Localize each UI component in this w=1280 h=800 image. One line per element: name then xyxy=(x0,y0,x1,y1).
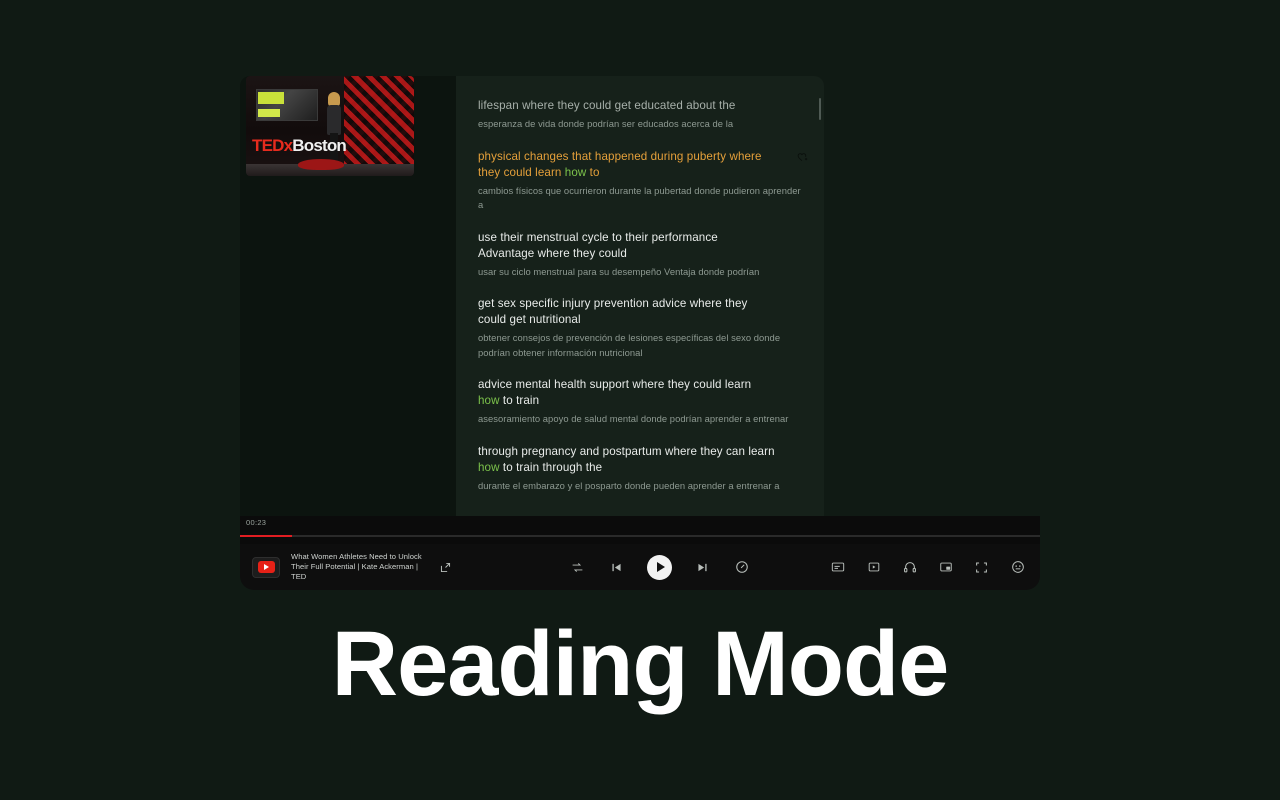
cue-translation-text: obtener consejos de prevención de lesion… xyxy=(478,332,781,358)
transcript-cue[interactable]: use their menstrual cycle to their perfo… xyxy=(478,230,802,280)
cue-text-run: to train through the xyxy=(499,460,603,474)
progress-track[interactable] xyxy=(240,535,1040,537)
headphones-icon[interactable] xyxy=(901,559,918,576)
cue-keyword: how xyxy=(478,394,500,407)
picture-in-picture-icon[interactable] xyxy=(937,559,954,576)
stage-lattice-decor xyxy=(344,76,414,168)
transcript-scrollbar[interactable] xyxy=(818,76,822,516)
player-right-controls xyxy=(829,559,1040,576)
previous-track-icon[interactable] xyxy=(608,559,625,576)
transcript-scrollbar-thumb[interactable] xyxy=(819,98,821,120)
cue-source-text: through pregnancy and postpartum where t… xyxy=(478,444,802,476)
screenshot-root: TEDxBoston lifespan where they could get… xyxy=(0,0,1280,800)
page-title: Reading Mode xyxy=(331,613,950,715)
cue-source-text: get sex specific injury prevention advic… xyxy=(478,296,802,328)
play-icon[interactable] xyxy=(647,554,672,580)
slide-caption-block-2 xyxy=(258,109,280,117)
transcript-cue[interactable]: advice mental health support where they … xyxy=(478,377,802,427)
cue-source-text: use their menstrual cycle to their perfo… xyxy=(478,230,802,262)
subtitles-icon[interactable] xyxy=(829,559,846,576)
cue-translation-text: durante el embarazo y el posparto donde … xyxy=(478,479,780,491)
video-title: What Women Athletes Need to Unlock Their… xyxy=(291,552,422,581)
cue-keyword: how xyxy=(564,165,587,179)
cue-text-run: use their menstrual cycle to their perfo… xyxy=(478,230,718,260)
slide-caption-block xyxy=(258,92,284,104)
media-player-window: TEDxBoston lifespan where they could get… xyxy=(240,76,1040,590)
popout-window-icon[interactable] xyxy=(437,559,454,576)
speaker-body xyxy=(327,105,341,135)
progress-fill xyxy=(240,535,292,537)
video-pane[interactable]: TEDxBoston xyxy=(240,76,456,516)
cue-text-run: lifespan where they could get educated a… xyxy=(478,99,736,112)
cue-translation-text: asesoramiento apoyo de salud mental dond… xyxy=(478,413,789,424)
cue-source-text: physical changes that happened during pu… xyxy=(478,149,802,181)
fullscreen-icon[interactable] xyxy=(973,559,990,576)
cue-text-run: to xyxy=(586,165,600,179)
cue-source-text: lifespan where they could get educated a… xyxy=(478,98,802,114)
cue-text-run: advice mental health support where they … xyxy=(478,378,752,391)
cue-keyword: how xyxy=(478,460,500,474)
presentation-screen xyxy=(256,89,318,121)
play-icon-triangle xyxy=(656,562,665,572)
repeat-icon[interactable] xyxy=(569,559,586,576)
emoji-icon[interactable] xyxy=(1009,559,1026,576)
transcript-panel[interactable]: lifespan where they could get educated a… xyxy=(456,76,824,516)
cue-text-run: physical changes that happened during pu… xyxy=(478,149,762,179)
transcript-cue[interactable]: get sex specific injury prevention advic… xyxy=(478,296,802,360)
transcript-cue-list[interactable]: lifespan where they could get educated a… xyxy=(456,76,824,516)
transcript-cue[interactable]: through pregnancy and postpartum where t… xyxy=(478,444,802,494)
youtube-icon[interactable] xyxy=(252,556,280,578)
reading-mode-icon[interactable] xyxy=(865,559,882,576)
cue-text-run: through pregnancy and postpartum where t… xyxy=(478,444,775,458)
add-to-favorites-heart-icon[interactable] xyxy=(796,150,810,164)
youtube-icon-triangle xyxy=(264,564,269,570)
cue-source-text: advice mental health support where they … xyxy=(478,377,802,409)
youtube-icon-shape xyxy=(257,561,275,573)
cue-translation-text: cambios físicos que ocurrieron durante l… xyxy=(478,184,801,211)
cue-translation-text: usar su ciclo menstrual para su desempeñ… xyxy=(478,265,760,277)
tedx-logo-red: TEDx xyxy=(252,136,293,155)
video-thumbnail[interactable]: TEDxBoston xyxy=(246,76,414,176)
player-control-bar: What Women Athletes Need to Unlock Their… xyxy=(240,544,1040,590)
current-time-label: 00:23 xyxy=(246,518,267,527)
next-track-icon[interactable] xyxy=(694,559,711,576)
tedx-logo-white: Boston xyxy=(292,136,347,155)
stage-carpet xyxy=(298,159,344,170)
tedx-boston-logo: TEDxBoston xyxy=(252,136,347,155)
player-source-group: What Women Athletes Need to Unlock Their… xyxy=(240,552,490,582)
cue-text-run: get sex specific injury prevention advic… xyxy=(478,297,748,326)
transcript-cue[interactable]: lifespan where they could get educated a… xyxy=(478,98,802,132)
cue-text-run: to train xyxy=(499,394,540,407)
cue-translation-text: esperanza de vida donde podrían ser educ… xyxy=(478,118,734,129)
transcript-cue[interactable]: physical changes that happened during pu… xyxy=(478,149,808,213)
playback-speed-icon[interactable] xyxy=(733,559,750,576)
playback-controls xyxy=(490,554,829,580)
progress-row: 00:23 xyxy=(240,516,1040,546)
